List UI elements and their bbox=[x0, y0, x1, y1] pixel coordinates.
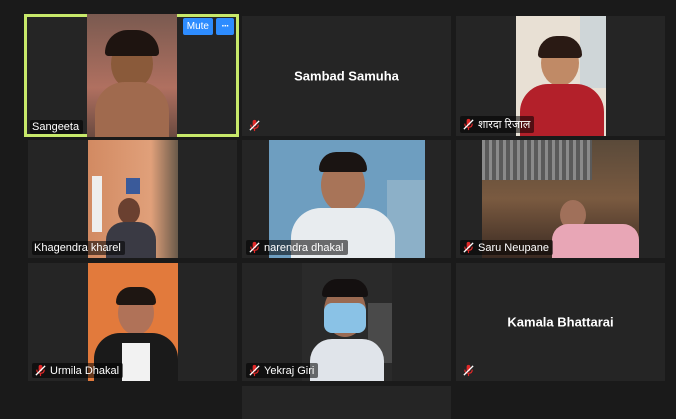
video-tile-khagendra-kharel[interactable]: Khagendra kharel bbox=[28, 140, 237, 258]
participant-name: Yekraj Giri bbox=[264, 364, 315, 377]
video-tile-urmila-dhakal[interactable]: Urmila Dhakal bbox=[28, 263, 237, 381]
participant-name-center: Sambad Samuha bbox=[294, 68, 399, 84]
mic-muted-icon bbox=[249, 364, 260, 377]
participant-name: narendra dhakal bbox=[264, 241, 344, 254]
video-tile-yekraj-giri[interactable]: Yekraj Giri bbox=[242, 263, 451, 381]
video-tile-saru-neupane[interactable]: Saru Neupane bbox=[456, 140, 665, 258]
video-feed bbox=[87, 14, 177, 137]
participant-name-center: Kamala Bhattarai bbox=[507, 314, 614, 330]
mic-muted-icon bbox=[249, 119, 260, 132]
participant-name: Saru Neupane bbox=[478, 241, 549, 254]
mic-muted-icon bbox=[35, 364, 46, 377]
mute-button[interactable]: Mute bbox=[182, 18, 213, 35]
participant-name: Urmila Dhakal bbox=[50, 364, 120, 377]
video-tile-narendra-dhakal[interactable]: narendra dhakal bbox=[242, 140, 451, 258]
more-icon[interactable]: ··· bbox=[216, 18, 234, 35]
mic-muted-icon bbox=[463, 241, 474, 254]
video-tile-kamala-bhattarai[interactable]: Kamala Bhattarai bbox=[456, 263, 665, 381]
video-tile-sambad-samuha[interactable]: Sambad Samuha bbox=[242, 16, 451, 136]
video-tile-sharda-rijal[interactable]: शारदा रिजाल bbox=[456, 16, 665, 136]
mic-muted-icon bbox=[463, 118, 474, 131]
participant-name: Khagendra kharel bbox=[34, 242, 121, 254]
video-tile-partial[interactable] bbox=[242, 386, 451, 419]
participant-name: Sangeeta bbox=[32, 121, 80, 133]
video-tile-sangeeta[interactable]: Mute ··· Sangeeta bbox=[24, 14, 239, 137]
mic-muted-icon bbox=[463, 364, 474, 377]
mic-muted-icon bbox=[249, 241, 260, 254]
participant-name: शारदा रिजाल bbox=[478, 119, 531, 131]
